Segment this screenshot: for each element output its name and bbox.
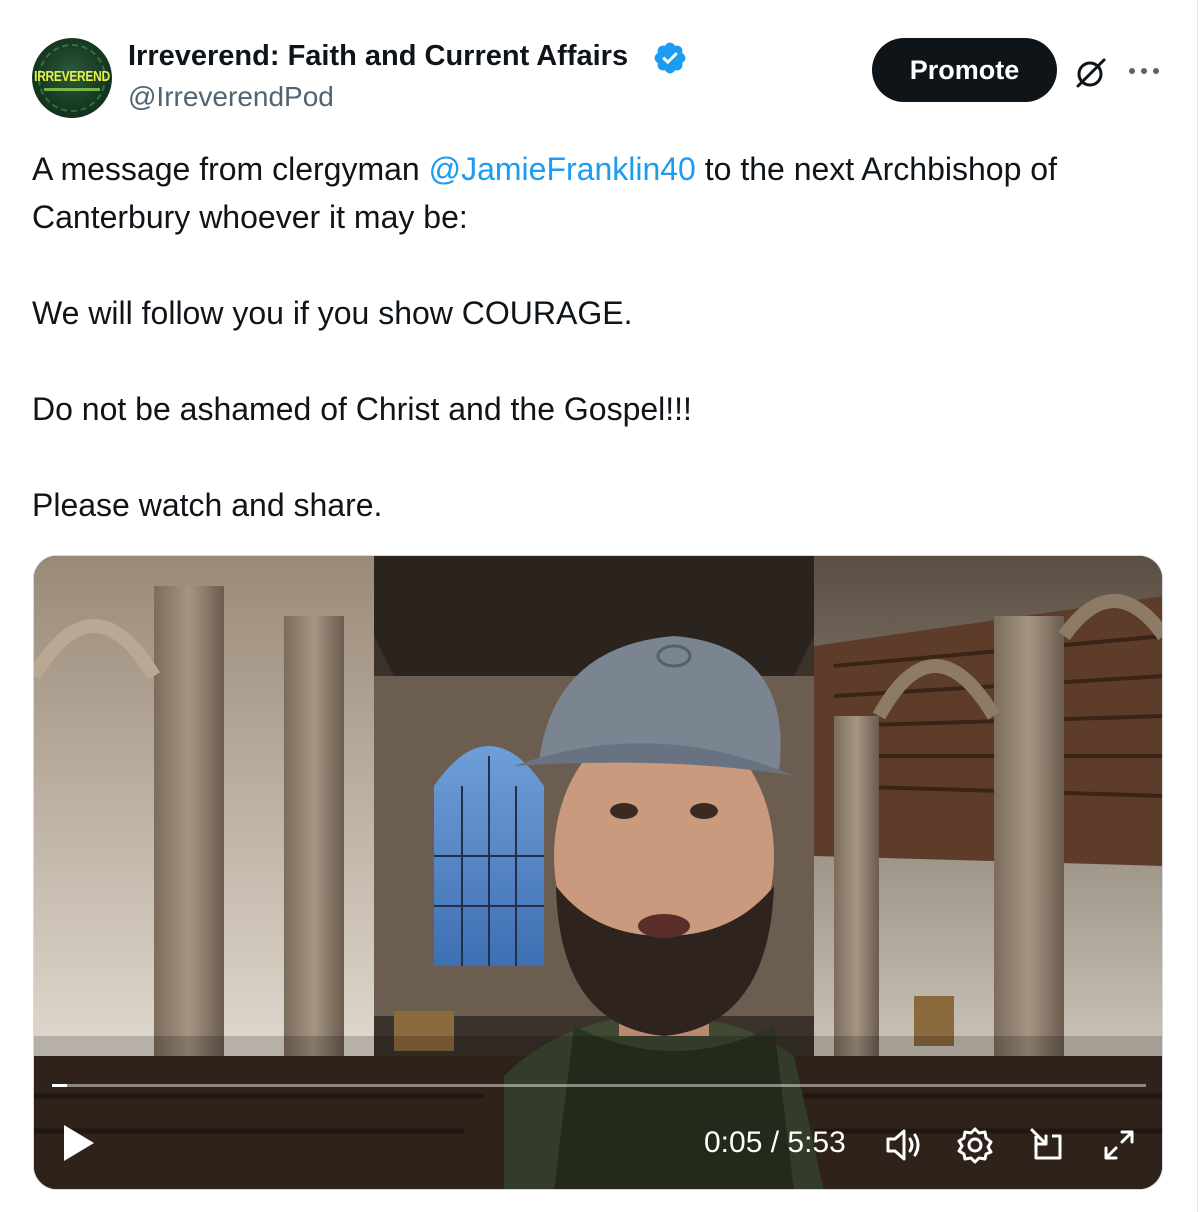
video-player[interactable]: 0:05 / 5:53 bbox=[33, 555, 1163, 1190]
author-avatar[interactable]: IRREVEREND bbox=[32, 38, 112, 118]
tweet-paragraph-2: We will follow you if you show COURAGE. bbox=[32, 295, 633, 331]
more-icon[interactable] bbox=[1124, 56, 1164, 86]
mention-link[interactable]: @JamieFranklin40 bbox=[429, 151, 696, 187]
settings-icon[interactable] bbox=[954, 1124, 996, 1166]
pip-icon[interactable] bbox=[1026, 1124, 1068, 1166]
volume-icon[interactable] bbox=[882, 1124, 924, 1166]
tweet-paragraph-3: Do not be ashamed of Christ and the Gosp… bbox=[32, 391, 692, 427]
video-frame bbox=[34, 556, 1162, 1189]
video-progress-bar[interactable] bbox=[52, 1084, 1146, 1087]
verified-badge-icon[interactable] bbox=[652, 40, 688, 76]
author-display-name[interactable]: Irreverend: Faith and Current Affairs bbox=[128, 40, 628, 73]
timeline-border bbox=[1197, 0, 1198, 1212]
play-icon[interactable] bbox=[58, 1121, 98, 1165]
video-progress-fill bbox=[52, 1084, 68, 1087]
promote-button[interactable]: Promote bbox=[872, 38, 1057, 102]
tweet-text: A message from clergyman @JamieFranklin4… bbox=[32, 145, 1182, 529]
tweet-paragraph-4: Please watch and share. bbox=[32, 487, 383, 523]
tweet-paragraph-1: A message from clergyman @JamieFranklin4… bbox=[32, 145, 1182, 241]
video-time: 0:05 / 5:53 bbox=[704, 1126, 846, 1159]
avatar-logo-text: IRREVEREND bbox=[34, 67, 110, 85]
author-handle[interactable]: @IrreverendPod bbox=[128, 81, 334, 113]
avatar-logo-underline bbox=[44, 88, 100, 91]
tweet-text-segment: A message from clergyman bbox=[32, 151, 429, 187]
grok-icon[interactable] bbox=[1070, 52, 1112, 94]
fullscreen-icon[interactable] bbox=[1098, 1124, 1140, 1166]
